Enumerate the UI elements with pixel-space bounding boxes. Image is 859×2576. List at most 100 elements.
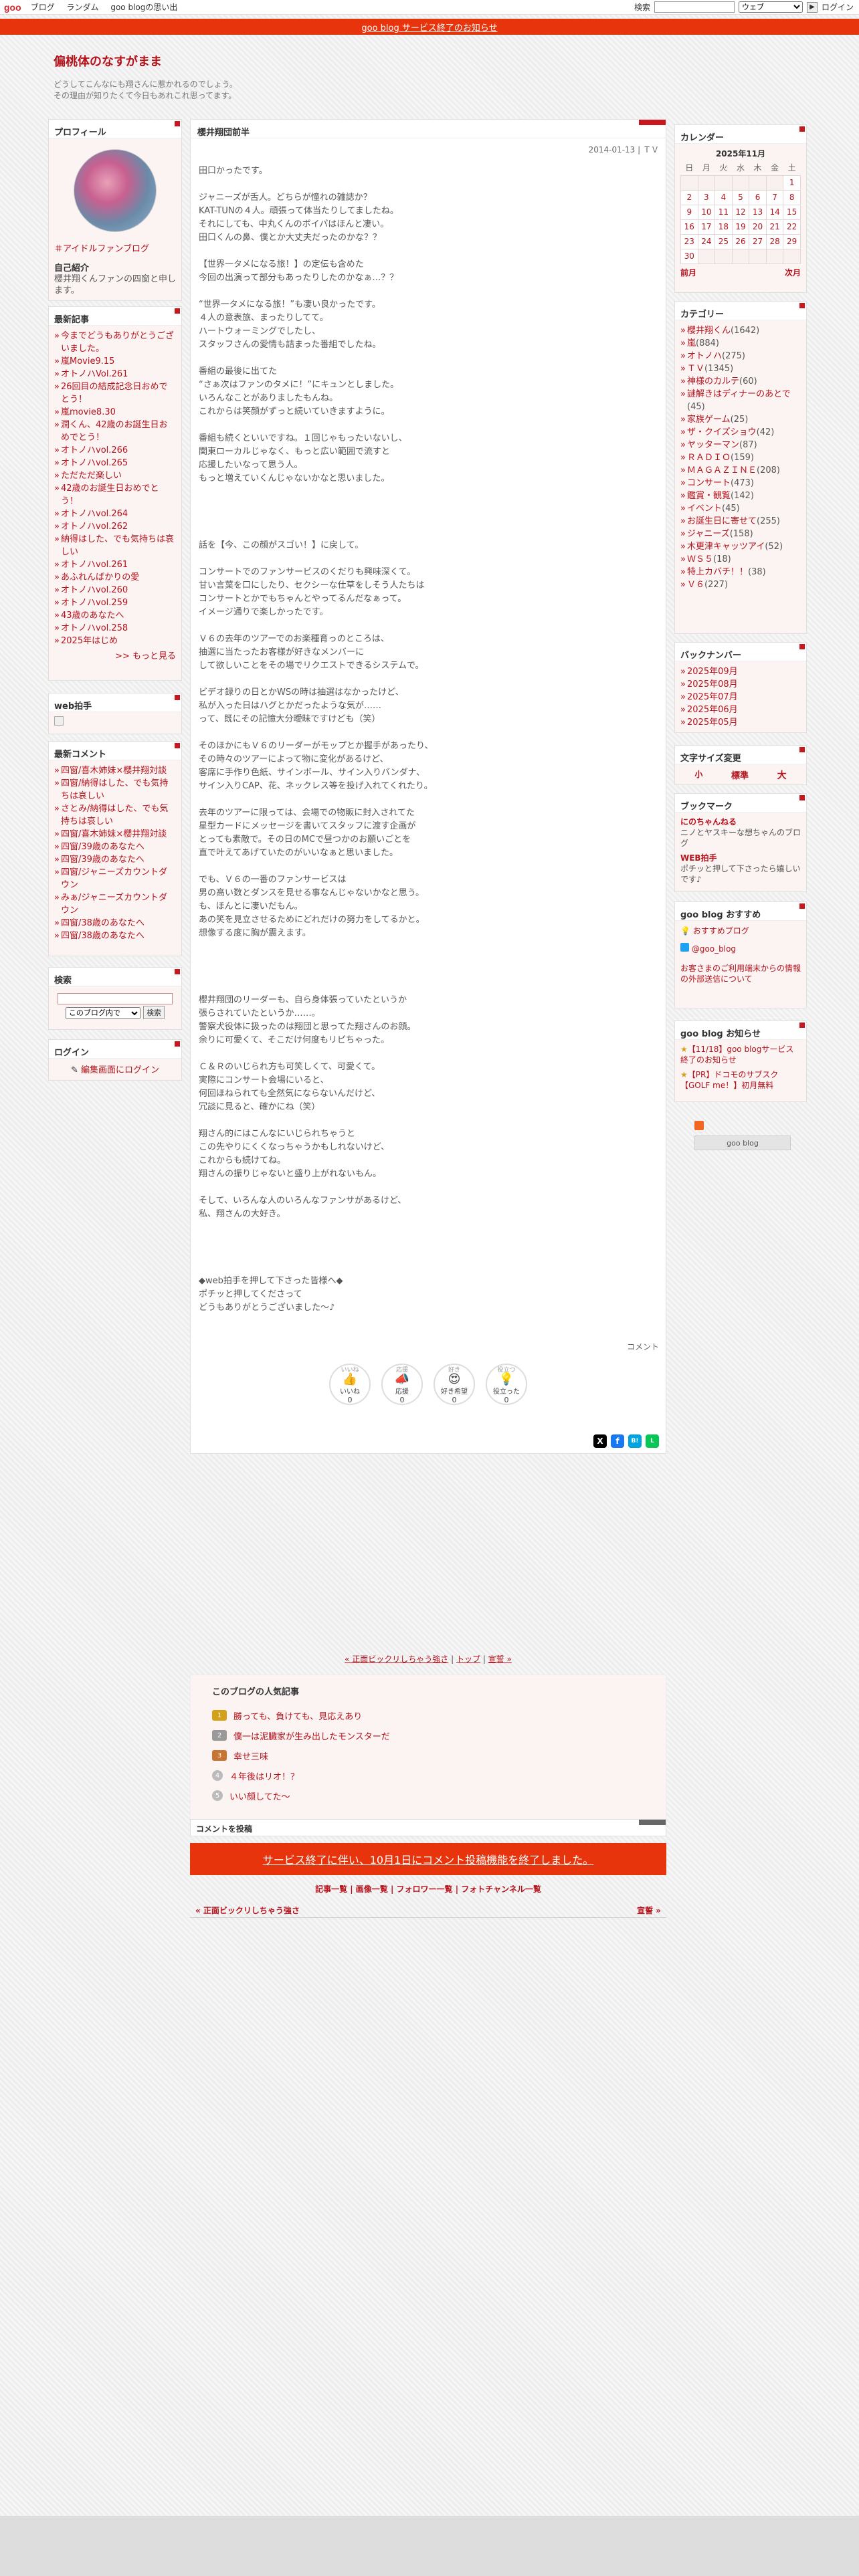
recent-comment-link[interactable]: 四窗/喜木姉妹×櫻井翔対談 (54, 828, 176, 841)
calendar-day[interactable]: 20 (749, 219, 767, 235)
calendar-day[interactable]: 8 (783, 189, 801, 205)
footer-links[interactable]: 記事一覧 | 画像一覧 | フォロワー一覧 | フォトチャンネル一覧 (190, 1883, 666, 1895)
recent-entry-link[interactable]: ただただ楽しい (54, 469, 176, 482)
calendar-day[interactable]: 28 (765, 233, 784, 249)
calendar-day[interactable]: 3 (697, 189, 716, 205)
service-end-link[interactable]: goo blog サービス終了のお知らせ (361, 21, 497, 33)
calendar-day[interactable]: 10 (697, 204, 716, 220)
footer-next-link[interactable]: 宣誓 » (637, 1905, 661, 1916)
global-search-input[interactable] (654, 1, 735, 13)
calendar-day[interactable]: 6 (749, 189, 767, 205)
hatena-share-icon[interactable]: B! (628, 1434, 642, 1448)
reaction-cheer-button[interactable]: 応援 📣 応援 0 (381, 1364, 423, 1405)
calendar-day[interactable]: 2 (680, 189, 698, 205)
comment-closed-link[interactable]: サービス終了に伴い、10月1日にコメント投稿機能を終了しました。 (263, 1851, 594, 1867)
category-link[interactable]: お誕生日に寄せて(255) (680, 515, 801, 528)
calendar-day[interactable]: 4 (714, 189, 733, 205)
calendar-day[interactable]: 16 (680, 219, 698, 235)
recommend-blog-link[interactable]: 💡 おすすめブログ (680, 925, 801, 936)
nav-blog-link[interactable]: ブログ (31, 3, 55, 12)
category-link[interactable]: ＷＳ５(18) (680, 553, 801, 566)
category-link[interactable]: コンサート(473) (680, 477, 801, 490)
backnumber-link[interactable]: 2025年06月 (680, 704, 801, 716)
popular-item[interactable]: 5 いい顔してた〜 (212, 1786, 644, 1806)
blog-title[interactable]: 偏桃体のなすがまま (54, 52, 803, 70)
webclap-image-icon[interactable] (54, 716, 64, 726)
recent-entry-link[interactable]: あふれんばかりの愛 (54, 571, 176, 584)
recent-entry-link[interactable]: オトノハVol.261 (54, 368, 176, 381)
recent-entry-link[interactable]: 納得はした、でも気持ちは哀しい (54, 533, 176, 558)
calendar-day[interactable]: 17 (697, 219, 716, 235)
category-link[interactable]: イベント(45) (680, 502, 801, 515)
edit-login-link[interactable]: 編集画面にログイン (81, 1065, 159, 1075)
gooinfo-item[interactable]: ★【11/18】goo blogサービス終了のお知らせ (680, 1044, 801, 1065)
backnumber-link[interactable]: 2025年07月 (680, 691, 801, 704)
calendar-day[interactable]: 5 (731, 189, 750, 205)
backnumber-link[interactable]: 2025年08月 (680, 678, 801, 691)
rss-icon[interactable] (694, 1121, 704, 1130)
recent-comment-link[interactable]: 四窗/喜木姉妹×櫻井翔対談 (54, 764, 176, 777)
calendar-day[interactable]: 25 (714, 233, 733, 249)
fontsize-medium[interactable]: 標準 (731, 768, 749, 781)
reaction-useful-button[interactable]: 役立つ 💡 役立った 0 (486, 1364, 527, 1405)
bookmark-link[interactable]: にのちゃんねる (680, 817, 801, 827)
pager-next-link[interactable]: 宣誓 » (488, 1654, 512, 1664)
x-share-icon[interactable]: X (593, 1434, 607, 1448)
reaction-love-button[interactable]: 好き 😍 好き希望 0 (434, 1364, 475, 1405)
popular-item[interactable]: 2 僕一は泥臓家が生み出したモンスターだ (212, 1725, 644, 1745)
fontsize-small[interactable]: 小 (694, 768, 702, 780)
recent-entry-link[interactable]: オトノハvol.265 (54, 457, 176, 469)
category-link[interactable]: オトノハ(275) (680, 350, 801, 362)
goo-blog-badge[interactable]: goo blog (694, 1136, 791, 1150)
calendar-day[interactable]: 12 (731, 204, 750, 220)
category-link[interactable]: 神様のカルテ(60) (680, 375, 801, 388)
calendar-day[interactable]: 30 (680, 248, 698, 264)
goo-logo[interactable]: goo (4, 2, 21, 13)
recent-entry-link[interactable]: 2025年はじめ (54, 635, 176, 647)
calendar-day[interactable]: 27 (749, 233, 767, 249)
recent-entry-link[interactable]: オトノハvol.264 (54, 508, 176, 520)
calendar-day[interactable]: 26 (731, 233, 750, 249)
category-link[interactable]: ザ・クイズショウ(42) (680, 426, 801, 439)
calendar-day[interactable]: 11 (714, 204, 733, 220)
category-link[interactable]: ジャニーズ(158) (680, 528, 801, 540)
calendar-day[interactable]: 24 (697, 233, 716, 249)
category-link[interactable]: ＭＡＧＡＺＩＮＥ(208) (680, 464, 801, 477)
search-go-icon[interactable]: ▶ (806, 1, 818, 13)
reaction-like-button[interactable]: いいね 👍 いいね 0 (329, 1364, 371, 1405)
bookmark-link[interactable]: WEB拍手 (680, 853, 801, 863)
recent-comment-link[interactable]: 四窗/39歳のあなたへ (54, 853, 176, 866)
category-link[interactable]: ヤッターマン(87) (680, 439, 801, 451)
calendar-day[interactable]: 7 (765, 189, 784, 205)
footer-prev-link[interactable]: « 正面ビックリしちゃう強さ (195, 1905, 300, 1916)
pager-top-link[interactable]: トップ (456, 1654, 480, 1664)
recent-comment-link[interactable]: みぁ/ジャニーズカウントダウン (54, 891, 176, 917)
calendar-day[interactable]: 15 (783, 204, 801, 220)
recent-more-link[interactable]: >> もっと見る (54, 649, 176, 661)
backnumber-link[interactable]: 2025年09月 (680, 665, 801, 678)
blog-search-button[interactable]: 検索 (143, 1006, 165, 1019)
recent-entry-link[interactable]: オトノハvol.259 (54, 597, 176, 609)
profile-category[interactable]: ＃アイドルファンブログ (54, 241, 176, 254)
comment-link[interactable]: コメント (627, 1341, 659, 1352)
calendar-day[interactable]: 19 (731, 219, 750, 235)
calendar-day[interactable]: 18 (714, 219, 733, 235)
category-link[interactable]: 嵐(884) (680, 337, 801, 350)
calendar-day[interactable]: 23 (680, 233, 698, 249)
calendar-day[interactable]: 13 (749, 204, 767, 220)
calendar-day[interactable]: 1 (783, 175, 801, 191)
category-link[interactable]: ＴＶ(1345) (680, 362, 801, 375)
popular-item[interactable]: 1 勝っても、負けても、見応えあり (212, 1705, 644, 1725)
recent-entry-link[interactable]: オトノハvol.266 (54, 444, 176, 457)
blog-search-scope[interactable]: このブログ内で (65, 1007, 140, 1019)
recent-comment-link[interactable]: 四窗/39歳のあなたへ (54, 841, 176, 853)
category-link[interactable]: ＲＡＤＩＯ(159) (680, 451, 801, 464)
recent-entry-link[interactable]: 嵐Movie9.15 (54, 355, 176, 368)
recent-comment-link[interactable]: さとみ/納得はした、でも気持ちは哀しい (54, 802, 176, 828)
twitter-link[interactable]: @goo_blog (680, 943, 801, 954)
recent-entry-link[interactable]: オトノハvol.261 (54, 558, 176, 571)
recent-entry-link[interactable]: 42歳のお誕生日おめでとう！ (54, 482, 176, 508)
recent-entry-link[interactable]: 今までどうもありがとうございました。 (54, 330, 176, 355)
category-link[interactable]: 櫻井翔くん(1642) (680, 324, 801, 337)
recent-comment-link[interactable]: 四窗/38歳のあなたへ (54, 917, 176, 930)
